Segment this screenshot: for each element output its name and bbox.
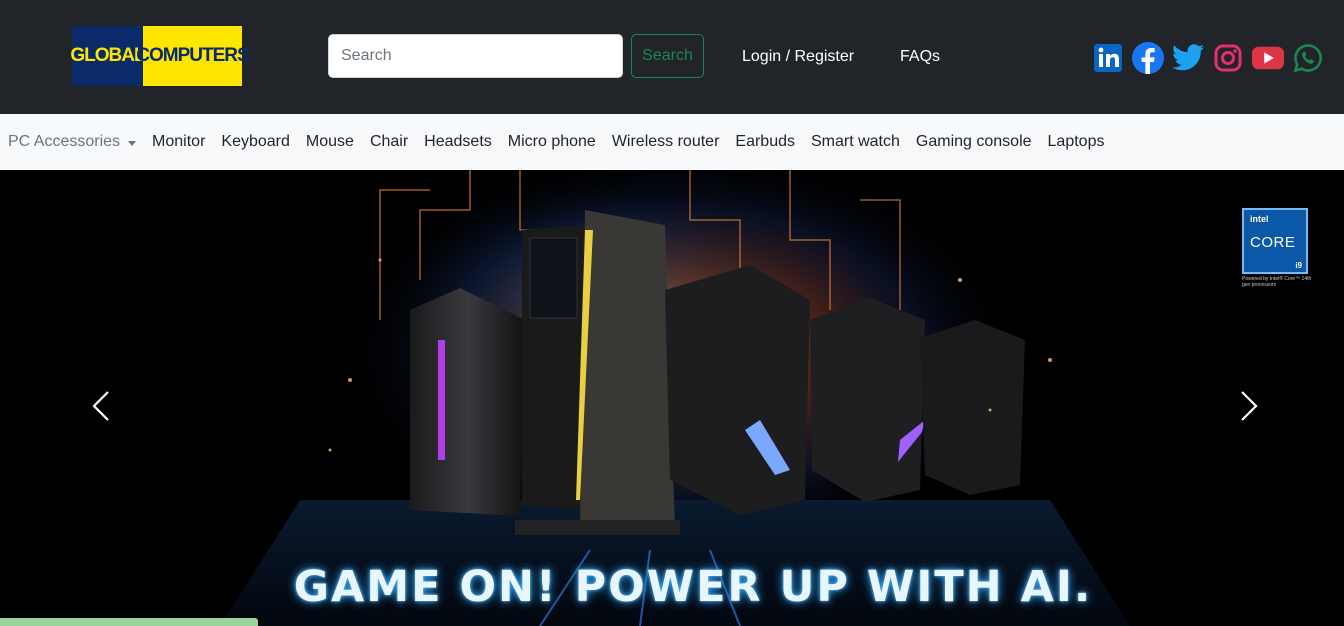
search-input[interactable] [328, 34, 623, 78]
site-logo[interactable]: GLOBAL COMPUTERS [70, 26, 250, 86]
intel-caption: Powered by Intel® Core™ 14th gen process… [1242, 276, 1312, 288]
chevron-left-icon [92, 391, 109, 421]
nav-item-chair[interactable]: Chair [370, 133, 408, 151]
social-links [1092, 42, 1324, 74]
nav-item-headsets[interactable]: Headsets [424, 133, 492, 151]
caret-down-icon [128, 140, 137, 146]
facebook-icon[interactable] [1132, 42, 1164, 74]
logo-part-global: GLOBAL [70, 26, 146, 86]
twitter-icon[interactable] [1172, 42, 1204, 74]
intel-core-text: CORE [1250, 234, 1296, 251]
logo-part-computers: COMPUTERS [136, 26, 250, 86]
nav-item-earbuds[interactable]: Earbuds [735, 133, 795, 151]
faqs-link[interactable]: FAQs [900, 48, 940, 66]
instagram-icon[interactable] [1212, 42, 1244, 74]
nav-item-smart-watch[interactable]: Smart watch [811, 133, 900, 151]
carousel-next-button[interactable] [1228, 386, 1268, 426]
dropdown-label: PC Accessories [8, 133, 121, 150]
login-register-link[interactable]: Login / Register [742, 48, 854, 66]
carousel-headline: GAME ON! POWER UP WITH AI. [293, 562, 1093, 612]
hero-carousel: intel CORE i9 Powered by Intel® Core™ 14… [0, 170, 1344, 626]
linkedin-icon[interactable] [1092, 42, 1124, 74]
search-button[interactable]: Search [631, 34, 704, 78]
nav-item-wireless-router[interactable]: Wireless router [612, 133, 720, 151]
whatsapp-icon[interactable] [1292, 42, 1324, 74]
intel-core-badge: intel CORE i9 [1242, 208, 1308, 274]
nav-item-monitor[interactable]: Monitor [152, 133, 205, 151]
youtube-icon[interactable] [1252, 42, 1284, 74]
top-header: GLOBAL COMPUTERS Search Login / Register… [0, 0, 1344, 114]
nav-item-mouse[interactable]: Mouse [306, 133, 354, 151]
nav-item-gaming-console[interactable]: Gaming console [916, 133, 1032, 151]
browser-status-bar [0, 618, 258, 626]
carousel-prev-button[interactable] [82, 386, 122, 426]
nav-item-keyboard[interactable]: Keyboard [221, 133, 290, 151]
chevron-right-icon [1241, 391, 1258, 421]
nav-item-laptops[interactable]: Laptops [1048, 133, 1105, 151]
nav-item-micro-phone[interactable]: Micro phone [508, 133, 596, 151]
carousel-slide-image [0, 170, 1344, 626]
pc-accessories-dropdown[interactable]: PC Accessories [8, 133, 137, 151]
category-navbar: PC Accessories Monitor Keyboard Mouse Ch… [0, 114, 1344, 170]
intel-gen-text: i9 [1295, 261, 1302, 270]
intel-brand-text: intel [1250, 214, 1269, 224]
